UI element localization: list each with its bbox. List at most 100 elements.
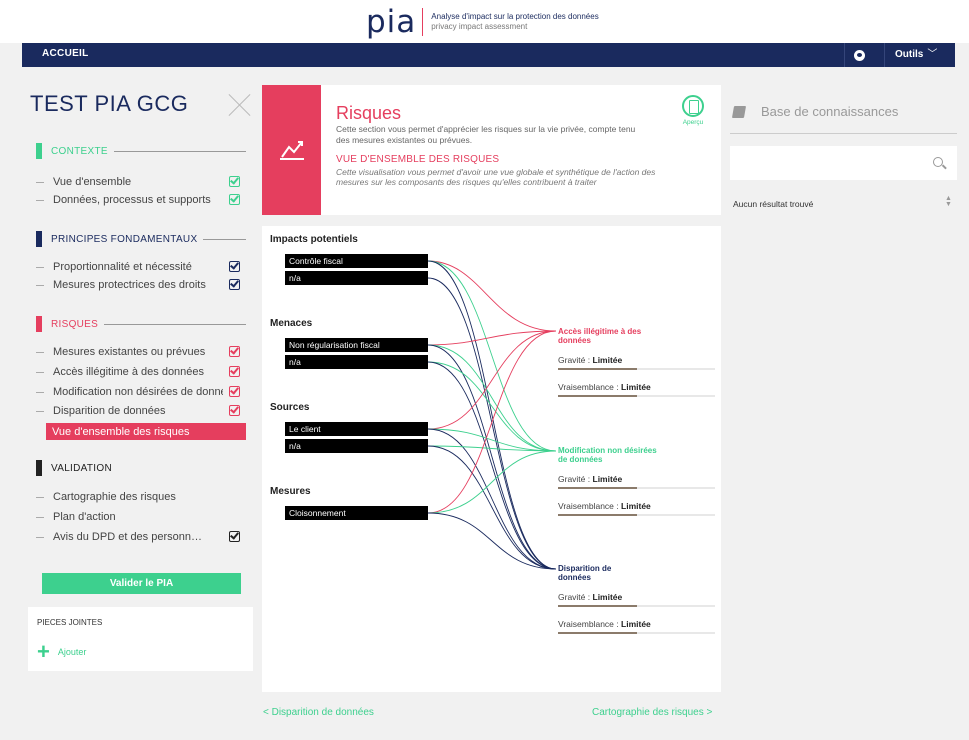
check-icon: [229, 366, 240, 377]
search-icon[interactable]: [933, 157, 943, 167]
risk-overview-card: Impacts potentiels Contrôle fiscal n/a M…: [262, 226, 721, 692]
sidebar-item-vue-ensemble[interactable]: Vue d'ensemble: [36, 173, 246, 191]
book-icon: [731, 105, 747, 118]
language-button[interactable]: [844, 43, 874, 67]
plus-icon: +: [37, 639, 50, 664]
sidebar-item-mesures[interactable]: Mesures existantes ou prévues: [36, 343, 246, 361]
sidebar-item-modification[interactable]: Modification non désirées de données: [36, 383, 246, 401]
sidebar-item-label: Avis du DPD et des personnes concernées: [53, 531, 203, 543]
threat-item[interactable]: n/a: [285, 355, 428, 369]
section-marker: [36, 460, 42, 476]
sidebar-item-cartographie[interactable]: Cartographie des risques: [36, 488, 246, 506]
check-icon: [229, 176, 240, 187]
risk-title-access[interactable]: Accès illégitime à des données: [558, 327, 648, 345]
sidebar-item-donnees[interactable]: Données, processus et supports: [36, 191, 246, 209]
sidebar-item-label: Mesures existantes ou prévues: [53, 346, 206, 358]
chart-trend-icon: [280, 141, 304, 160]
likelihood-value: Limitée: [621, 382, 651, 392]
sidebar-item-label: Vue d'ensemble des risques: [52, 425, 190, 438]
section-principes[interactable]: PRINCIPES FONDAMENTAUX: [36, 231, 246, 247]
logo-tagline: Analyse d'impact sur la protection des d…: [431, 12, 598, 32]
attachments-title: PIECES JOINTES: [37, 618, 103, 627]
knowledge-search-input[interactable]: [730, 146, 957, 180]
threat-item[interactable]: Non régularisation fiscal: [285, 338, 428, 352]
risk-likelihood: Vraisemblance : Limitée: [558, 619, 715, 634]
impact-item[interactable]: n/a: [285, 271, 428, 285]
gravity-value: Limitée: [592, 474, 623, 484]
chevron-down-icon: ﹀: [927, 49, 938, 60]
section-validation[interactable]: VALIDATION: [36, 460, 246, 476]
sidebar-item-proportionnalite[interactable]: Proportionnalité et nécessité: [36, 258, 246, 276]
close-icon[interactable]: [228, 93, 252, 117]
likelihood-value: Limitée: [621, 619, 651, 629]
measure-item[interactable]: Cloisonnement: [285, 506, 428, 520]
check-icon: [229, 346, 240, 357]
risk-likelihood: Vraisemblance : Limitée: [558, 501, 715, 516]
preview-label: Aperçu: [682, 119, 704, 126]
section-label: RISQUES: [51, 318, 99, 330]
pia-logo[interactable]: pia Analyse d'impact sur la protection d…: [366, 6, 599, 38]
check-icon: [229, 531, 240, 542]
gravity-label: Gravité :: [558, 474, 591, 484]
section-label: VALIDATION: [51, 462, 112, 474]
next-section-link[interactable]: Cartographie des risques >: [592, 707, 712, 718]
risk-title-modification[interactable]: Modification non désirées de données: [558, 446, 658, 464]
section-label: PRINCIPES FONDAMENTAUX: [51, 233, 198, 245]
section-marker: [36, 143, 42, 159]
section-title: Risques: [336, 103, 402, 123]
risk-gravity: Gravité : Limitée: [558, 355, 715, 370]
section-description: Cette section vous permet d'apprécier le…: [336, 124, 636, 145]
source-item[interactable]: Le client: [285, 422, 428, 436]
sort-icon[interactable]: ▲ ▼: [945, 195, 952, 208]
group-title-mesures: Mesures: [270, 486, 311, 497]
likelihood-fill: [558, 632, 637, 634]
source-item[interactable]: n/a: [285, 439, 428, 453]
sidebar-item-disparition[interactable]: Disparition de données: [36, 402, 246, 420]
risk-title-disparition[interactable]: Disparition de données: [558, 564, 618, 582]
globe-icon: [854, 49, 865, 61]
section-subdescription: Cette visualisation vous permet d'avoir …: [336, 167, 656, 187]
sidebar-item-label: Plan d'action: [53, 511, 116, 523]
tools-menu[interactable]: Outils ﹀: [884, 43, 937, 67]
gravity-fill: [558, 605, 637, 607]
section-risques[interactable]: RISQUES: [36, 316, 246, 332]
section-contexte[interactable]: CONTEXTE: [36, 143, 246, 159]
risk-likelihood: Vraisemblance : Limitée: [558, 382, 715, 397]
sidebar-item-plan[interactable]: Plan d'action: [36, 508, 246, 526]
impact-item[interactable]: Contrôle fiscal: [285, 254, 428, 268]
likelihood-label: Vraisemblance :: [558, 619, 619, 629]
section-header: Risques Cette section vous permet d'appr…: [262, 85, 721, 215]
document-icon: [682, 95, 704, 117]
knowledge-empty-message: Aucun résultat trouvé: [733, 199, 814, 209]
previous-section-link[interactable]: < Disparition de données: [263, 707, 374, 718]
add-attachment-button[interactable]: + Ajouter: [37, 639, 86, 664]
gravity-value: Limitée: [592, 355, 623, 365]
sidebar-item-label: Mesures protectrices des droits: [53, 279, 206, 291]
knowledge-divider: [730, 133, 957, 134]
section-icon-panel: [262, 85, 321, 215]
likelihood-value: Limitée: [621, 501, 651, 511]
check-icon: [229, 261, 240, 272]
pia-title: TEST PIA GCG: [30, 91, 189, 116]
check-icon: [229, 405, 240, 416]
sidebar-item-label: Cartographie des risques: [53, 491, 176, 503]
attachments-panel: PIECES JOINTES + Ajouter: [28, 607, 253, 671]
sidebar-item-droits[interactable]: Mesures protectrices des droits: [36, 276, 246, 294]
sidebar-item-label: Vue d'ensemble: [53, 176, 132, 188]
knowledge-base-header: Base de connaissances: [731, 104, 899, 119]
knowledge-base-title: Base de connaissances: [761, 104, 899, 119]
sidebar-item-label: Proportionnalité et nécessité: [53, 261, 192, 273]
sidebar-item-acces[interactable]: Accès illégitime à des données: [36, 363, 246, 381]
section-divider: [113, 150, 246, 152]
check-icon: [229, 279, 240, 290]
likelihood-fill: [558, 514, 637, 516]
preview-button[interactable]: Aperçu: [678, 95, 708, 126]
nav-home-link[interactable]: ACCUEIL: [42, 48, 89, 59]
sidebar-item-avis[interactable]: Avis du DPD et des personnes concernées: [36, 528, 246, 546]
tools-label: Outils: [895, 49, 924, 60]
main-navbar: ACCUEIL Outils ﹀: [22, 43, 955, 67]
sidebar-item-vue-risques[interactable]: Vue d'ensemble des risques: [46, 423, 246, 440]
sidebar-item-label: Disparition de données: [53, 405, 166, 417]
validate-pia-button[interactable]: Valider le PIA: [42, 573, 241, 594]
sidebar-item-label: Accès illégitime à des données: [53, 366, 205, 378]
